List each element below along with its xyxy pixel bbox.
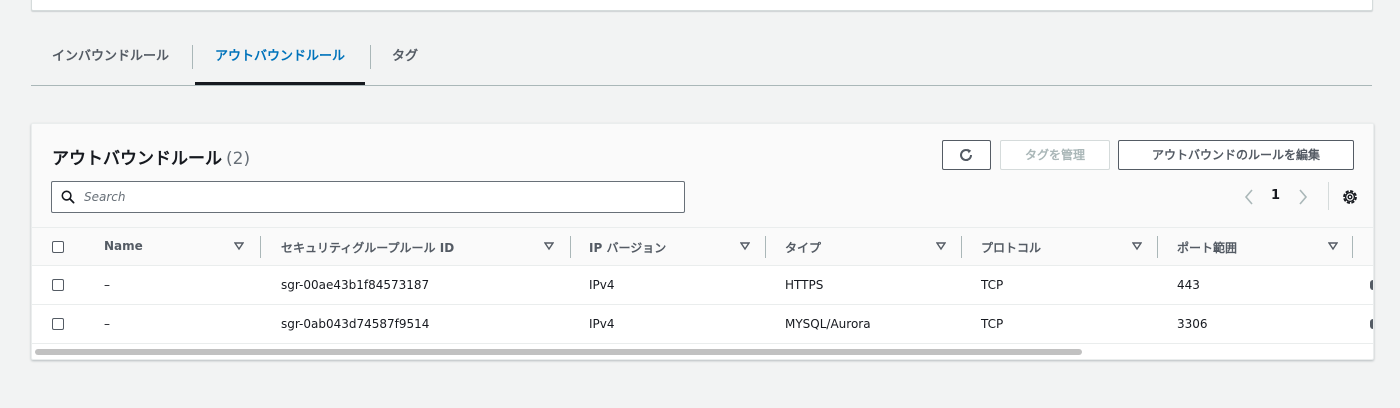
panel-header: アウトバウンドルール(2) タグを管理 アウトバウンドのルールを編集 1 [32, 124, 1373, 227]
column-header-type[interactable]: タイプ [785, 239, 821, 256]
column-header-name[interactable]: Name [104, 239, 143, 253]
search-box [51, 181, 685, 213]
outbound-rules-panel: アウトバウンドルール(2) タグを管理 アウトバウンドのルールを編集 1 [31, 123, 1374, 360]
tab-inbound-rules[interactable]: インバウンドルール [52, 37, 169, 84]
row-checkbox[interactable] [52, 279, 64, 291]
column-separator[interactable] [570, 236, 571, 258]
tab-separator [370, 45, 371, 69]
horizontal-scrollbar[interactable] [32, 347, 1373, 357]
column-separator[interactable] [961, 236, 962, 258]
table-row[interactable]: – sgr-0ab043d74587f9514 IPv4 MYSQL/Auror… [32, 305, 1373, 344]
truncated-column-cell [1370, 319, 1373, 329]
select-all-checkbox[interactable] [52, 241, 64, 253]
table-row[interactable]: – sgr-00ae43b1f84573187 IPv4 HTTPS TCP 4… [32, 266, 1373, 305]
pagination-separator [1328, 182, 1329, 210]
search-icon [61, 190, 75, 204]
column-header-rule-id[interactable]: セキュリティグループルール ID [281, 239, 454, 256]
tab-separator [192, 45, 193, 69]
column-header-protocol[interactable]: プロトコル [981, 239, 1041, 256]
row-checkbox[interactable] [52, 318, 64, 330]
sort-caret-down-icon[interactable] [936, 241, 946, 251]
cell-rule-id: sgr-0ab043d74587f9514 [281, 317, 430, 331]
cell-ip-version: IPv4 [589, 278, 615, 292]
chevron-left-icon[interactable] [1242, 186, 1256, 208]
search-input[interactable] [84, 186, 674, 208]
refresh-icon [960, 148, 973, 161]
current-page-number[interactable]: 1 [1271, 188, 1280, 203]
chevron-right-icon[interactable] [1296, 186, 1310, 208]
cell-port-range: 3306 [1177, 317, 1208, 331]
cell-port-range: 443 [1177, 278, 1200, 292]
cell-name: – [104, 317, 110, 331]
cell-protocol: TCP [981, 317, 1004, 331]
rule-count: (2) [226, 149, 251, 169]
cell-type: HTTPS [785, 278, 824, 292]
column-separator[interactable] [765, 236, 766, 258]
sort-caret-down-icon[interactable] [1132, 241, 1142, 251]
scrollbar-thumb[interactable] [35, 349, 1082, 355]
tab-outbound-rules[interactable]: アウトバウンドルール [195, 37, 366, 85]
column-header-ip-version[interactable]: IP バージョン [589, 239, 666, 256]
top-panel [31, 0, 1373, 11]
table-header: Name セキュリティグループルール ID IP バージョン タイプ プロトコル… [32, 227, 1373, 266]
cell-type: MYSQL/Aurora [785, 317, 871, 331]
sort-caret-down-icon[interactable] [544, 241, 554, 251]
panel-title-text: アウトバウンドルール [52, 149, 222, 169]
gear-icon[interactable] [1341, 188, 1359, 206]
edit-outbound-rules-button[interactable]: アウトバウンドのルールを編集 [1118, 140, 1354, 170]
manage-tags-button[interactable]: タグを管理 [1000, 140, 1110, 170]
panel-title: アウトバウンドルール (2) [52, 144, 250, 169]
column-separator[interactable] [1352, 236, 1353, 258]
sort-caret-down-icon[interactable] [234, 241, 244, 251]
cell-rule-id: sgr-00ae43b1f84573187 [281, 278, 430, 292]
sort-caret-down-icon[interactable] [1328, 241, 1338, 251]
cell-protocol: TCP [981, 278, 1004, 292]
tabs-bar: インバウンドルール アウトバウンドルール タグ [31, 37, 1372, 86]
column-header-port-range[interactable]: ポート範囲 [1177, 239, 1237, 256]
column-separator[interactable] [1157, 236, 1158, 258]
column-separator[interactable] [260, 236, 261, 258]
cell-name: – [104, 278, 110, 292]
cell-ip-version: IPv4 [589, 317, 615, 331]
tab-tags[interactable]: タグ [392, 37, 418, 84]
sort-caret-down-icon[interactable] [740, 241, 750, 251]
truncated-column-cell [1370, 280, 1373, 290]
refresh-button[interactable] [942, 140, 991, 170]
